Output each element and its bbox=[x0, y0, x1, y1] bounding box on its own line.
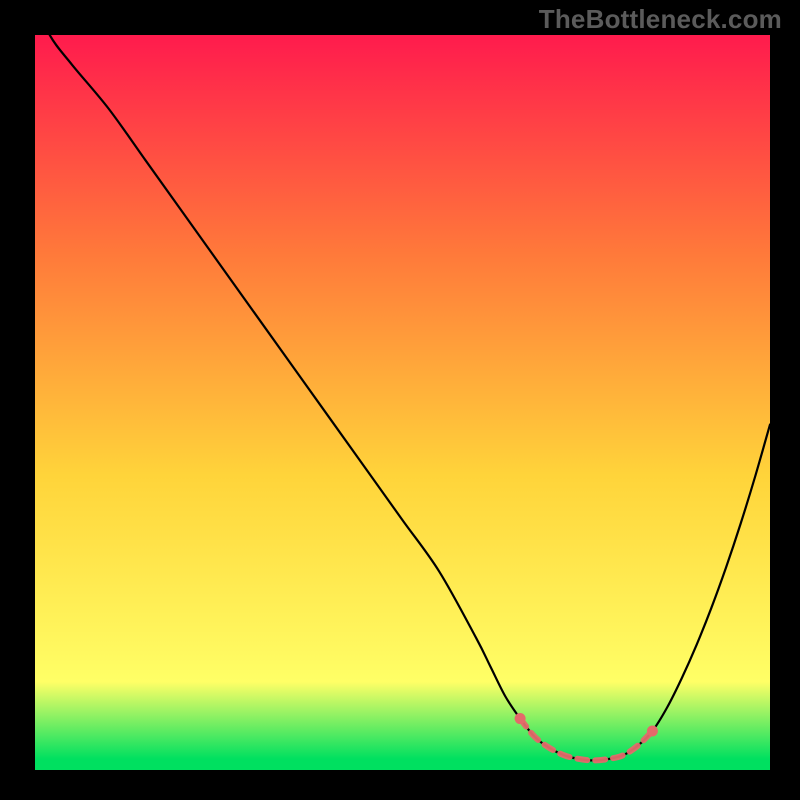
chart-plot-area bbox=[35, 35, 770, 770]
chart-svg bbox=[35, 35, 770, 770]
optimal-range-start-dot bbox=[515, 713, 526, 724]
watermark-text: TheBottleneck.com bbox=[539, 4, 782, 35]
gradient-background bbox=[35, 35, 770, 770]
chart-stage: TheBottleneck.com bbox=[0, 0, 800, 800]
optimal-range-end-dot bbox=[647, 726, 658, 737]
